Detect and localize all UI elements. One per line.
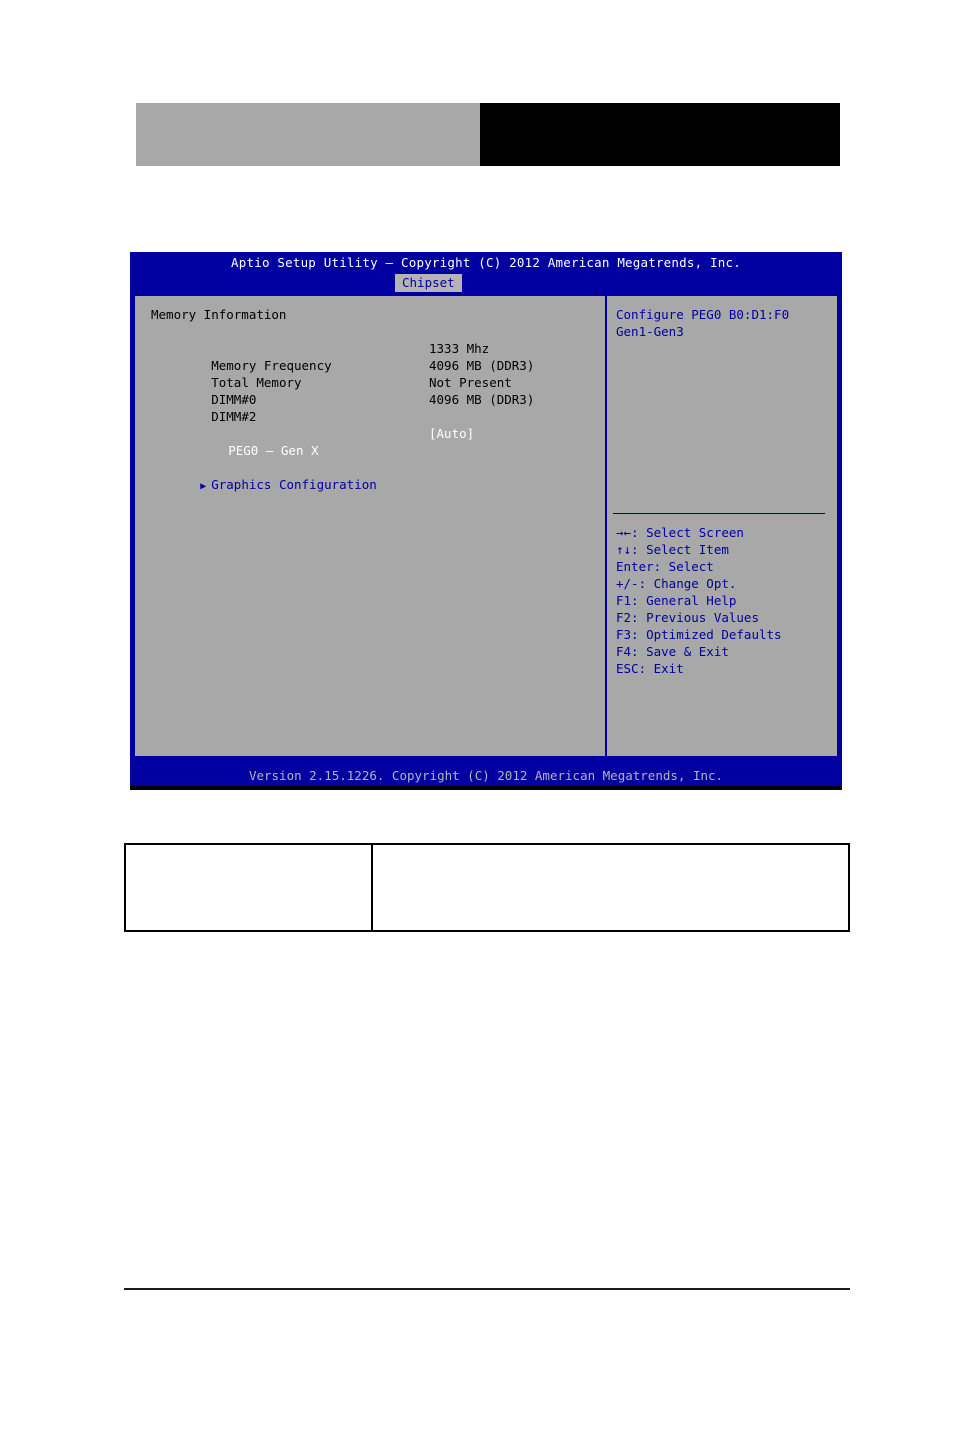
setting-row-memory-frequency: Memory Frequency 1333 Mhz (151, 340, 605, 373)
bios-bottom-edge (130, 786, 842, 790)
info-table (124, 843, 850, 932)
key-legend: →←: Select Screen ↑↓: Select Item Enter:… (616, 524, 782, 677)
key-legend-f2-previous-values: F2: Previous Values (616, 610, 759, 625)
settings-pane: Memory Information Memory Frequency 1333… (135, 296, 605, 756)
key-legend-f4-save-exit: F4: Save & Exit (616, 644, 729, 659)
key-legend-select-screen: →←: Select Screen (616, 525, 744, 540)
setting-value: 4096 MB (DDR3) (429, 392, 535, 407)
section-title-memory-information: Memory Information (151, 307, 287, 322)
setting-label: PEG0 – Gen X (228, 443, 319, 458)
bios-tab-row: Chipset (130, 274, 842, 292)
key-legend-enter-select: Enter: Select (616, 559, 714, 574)
help-text-line: Configure PEG0 B0:D1:F0 (616, 307, 790, 322)
header-block-right (480, 103, 840, 166)
page-header-banner (136, 103, 840, 166)
setting-row-total-memory: Total Memory 4096 MB (DDR3) (151, 357, 605, 390)
footer-rule (124, 1288, 850, 1290)
key-legend-select-item: ↑↓: Select Item (616, 542, 729, 557)
setting-value: Not Present (429, 375, 512, 390)
setting-value-peg0-gen-x[interactable]: [Auto] (429, 425, 474, 442)
key-legend-f1-general-help: F1: General Help (616, 593, 737, 608)
setting-value: 4096 MB (DDR3) (429, 358, 535, 373)
submenu-item-graphics-configuration[interactable]: ▶ Graphics Configuration (140, 459, 605, 492)
tab-chipset[interactable]: Chipset (395, 274, 462, 292)
key-legend-f3-optimized-defaults: F3: Optimized Defaults (616, 627, 782, 642)
key-legend-esc-exit: ESC: Exit (616, 661, 684, 676)
setting-row-peg0-gen-x[interactable]: PEG0 – Gen X [Auto] (151, 425, 605, 458)
setting-label: DIMM#2 (211, 409, 257, 424)
info-table-cell-left (126, 845, 373, 930)
submenu-label: Graphics Configuration (211, 477, 377, 492)
setting-row-dimm-2: DIMM#2 4096 MB (DDR3) (151, 391, 605, 424)
info-table-cell-right (373, 845, 848, 930)
setting-value: 1333 Mhz (429, 341, 490, 356)
help-text-line: Gen1-Gen3 (616, 324, 684, 339)
bios-body: Memory Information Memory Frequency 1333… (133, 294, 839, 758)
bios-title-bar: Aptio Setup Utility – Copyright (C) 2012… (231, 255, 741, 270)
help-separator (613, 513, 825, 514)
help-pane: Configure PEG0 B0:D1:F0 Gen1-Gen3 →←: Se… (607, 296, 837, 756)
submenu-arrow-icon: ▶ (200, 481, 207, 492)
key-legend-change-opt: +/-: Change Opt. (616, 576, 737, 591)
bios-version-bar: Version 2.15.1226. Copyright (C) 2012 Am… (130, 766, 842, 786)
header-block-left (136, 103, 480, 166)
bios-setup-window: Aptio Setup Utility – Copyright (C) 2012… (130, 252, 842, 786)
setting-row-dimm-0: DIMM#0 Not Present (151, 374, 605, 407)
